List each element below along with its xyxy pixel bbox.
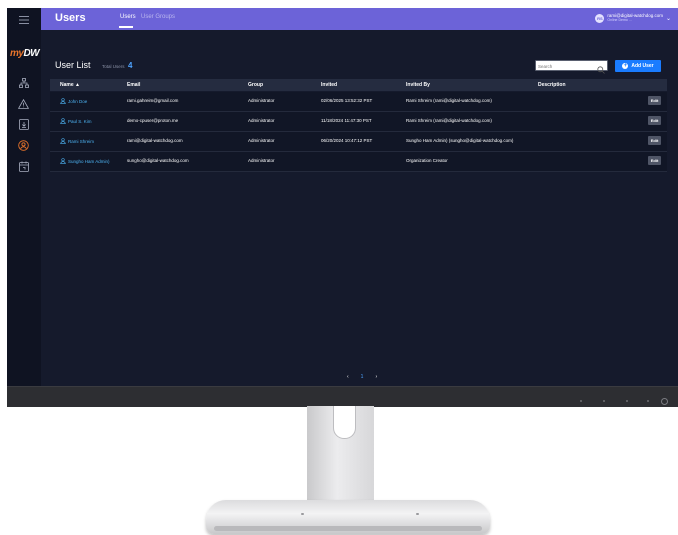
search-box[interactable] [535, 60, 608, 74]
cable-management-hole [333, 406, 356, 439]
tab-user-groups[interactable]: User Groups [141, 14, 175, 20]
hamburger-menu-icon[interactable] [17, 13, 30, 26]
app-logo[interactable]: myDW [10, 48, 40, 59]
prev-page-button[interactable]: ‹ [347, 374, 349, 380]
download-box-icon[interactable] [17, 118, 30, 131]
monitor-chin [7, 386, 678, 407]
tab-users[interactable]: Users [120, 14, 136, 20]
active-tab-indicator [119, 26, 133, 28]
chevron-down-icon[interactable]: ⌄ [666, 15, 671, 22]
edit-button[interactable]: Edit [648, 116, 661, 125]
monitor-stand-neck [307, 406, 374, 502]
user-invited-by: Rami Shreim (rami@digital-watchdog.com) [406, 98, 492, 103]
account-menu[interactable]: RS rami@digital-watchdog.com Online Demo… [595, 13, 671, 23]
user-name[interactable]: Rami Shreim [68, 139, 94, 144]
monitor-button[interactable] [603, 400, 605, 402]
user-invited: 02/06/2025 13:52:32 PST [321, 98, 373, 103]
total-users-count: 4 [128, 61, 133, 70]
user-group: Administrator [248, 98, 275, 103]
user-name-link[interactable]: John Doe [60, 98, 87, 105]
edit-button[interactable]: Edit [648, 156, 661, 165]
user-circle-icon[interactable] [17, 139, 30, 152]
page-title: Users [55, 12, 86, 24]
table-header: Name ▲ Email Group Invited Invited By De… [50, 79, 667, 91]
user-email: rami@digital-watchdog.com [127, 138, 183, 143]
column-header-name[interactable]: Name ▲ [60, 82, 80, 88]
alert-triangle-icon[interactable] [17, 97, 30, 110]
user-list-heading: User List [55, 60, 91, 70]
monitor-button[interactable] [647, 400, 649, 402]
person-icon [60, 158, 66, 165]
monitor-button[interactable] [626, 400, 628, 402]
column-header-description[interactable]: Description [538, 82, 566, 88]
user-name[interactable]: Paul S. Kim [68, 119, 92, 124]
column-header-invited[interactable]: Invited [321, 82, 337, 88]
user-group: Administrator [248, 158, 275, 163]
total-users-label: Total Users [102, 64, 125, 69]
user-email: demo-cpuser@proton.me [127, 118, 179, 123]
stand-mark [301, 513, 304, 515]
user-invited: 06/20/2024 10:47:12 PST [321, 138, 373, 143]
user-name-link[interactable]: Rami Shreim [60, 138, 94, 145]
user-group: Administrator [248, 138, 275, 143]
table-row[interactable]: John Doe rami.gahreim@gmail.com Administ… [50, 92, 667, 112]
sitemap-icon[interactable] [17, 76, 30, 89]
pagination: ‹ 1 › [341, 374, 383, 380]
main-content: User List Total Users 4 + Add User Name … [41, 30, 678, 386]
avatar: RS [595, 13, 605, 23]
add-user-button[interactable]: + Add User [615, 60, 661, 72]
sidebar: myDW [7, 8, 41, 386]
user-name-link[interactable]: Paul S. Kim [60, 118, 92, 125]
user-invited-by: Rami Shreim (rami@digital-watchdog.com) [406, 118, 492, 123]
monitor-stand-base [206, 500, 490, 534]
search-icon[interactable] [597, 61, 605, 79]
monitor-button[interactable] [580, 400, 582, 402]
stand-mark [416, 513, 419, 515]
person-icon [60, 118, 66, 125]
monitor-screen: myDW Users Users User Groups RS rami@dig… [7, 8, 678, 386]
calendar-icon[interactable] [17, 160, 30, 173]
power-icon[interactable] [661, 398, 668, 405]
edit-button[interactable]: Edit [648, 136, 661, 145]
person-icon [60, 138, 66, 145]
user-name-link[interactable]: Sungho Ham Admin) [60, 158, 110, 165]
current-page[interactable]: 1 [361, 374, 364, 380]
column-header-invited-by[interactable]: Invited By [406, 82, 430, 88]
user-name[interactable]: John Doe [68, 99, 87, 104]
table-row[interactable]: Rami Shreim rami@digital-watchdog.com Ad… [50, 132, 667, 152]
edit-button[interactable]: Edit [648, 96, 661, 105]
search-input[interactable] [538, 62, 594, 70]
user-invited-by: Sungho Ham Admin) (sungho@digital-watchd… [406, 138, 514, 143]
user-group: Administrator [248, 118, 275, 123]
next-page-button[interactable]: › [375, 374, 377, 380]
top-bar: Users Users User Groups RS rami@digital-… [41, 8, 678, 30]
user-email: sungho@digital-watchdog.com [127, 158, 189, 163]
table-row[interactable]: Sungho Ham Admin) sungho@digital-watchdo… [50, 152, 667, 172]
user-name[interactable]: Sungho Ham Admin) [68, 159, 110, 164]
plus-circle-icon: + [622, 63, 629, 69]
user-invited: 11/18/2024 11:47:30 PST [321, 118, 372, 123]
column-header-group[interactable]: Group [248, 82, 263, 88]
column-header-email[interactable]: Email [127, 82, 140, 88]
person-icon [60, 98, 66, 105]
user-email: rami.gahreim@gmail.com [127, 98, 179, 103]
add-user-label: Add User [631, 63, 654, 69]
user-invited-by: Organization Creator [406, 158, 448, 163]
account-org: Online Demo ... [607, 18, 632, 22]
table-row[interactable]: Paul S. Kim demo-cpuser@proton.me Admini… [50, 112, 667, 132]
stand-base-rim [214, 526, 482, 531]
